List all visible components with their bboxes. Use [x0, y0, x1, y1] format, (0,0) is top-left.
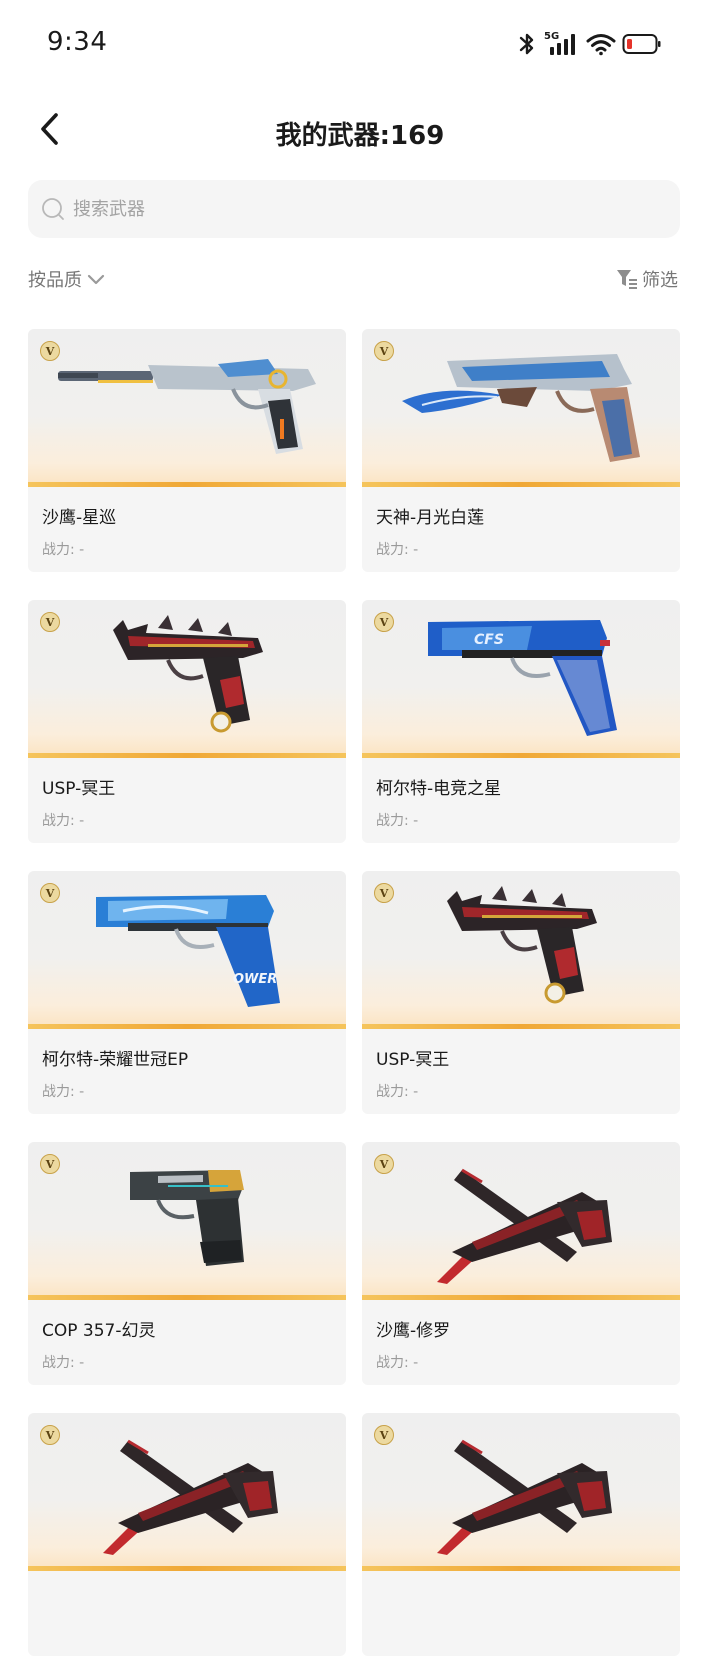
weapon-name: USP-冥王: [376, 1050, 450, 1070]
weapon-image: V: [362, 1413, 680, 1571]
weapon-card[interactable]: V 沙鹰-星巡 战力: -: [28, 329, 346, 572]
weapon-name: 柯尔特-电竞之星: [376, 779, 502, 799]
sort-by-quality-dropdown[interactable]: 按品质: [28, 265, 106, 293]
network-type-label: 5G: [544, 31, 559, 42]
weapon-name: 天神-月光白莲: [376, 508, 485, 528]
weapon-card[interactable]: V OWER 柯尔特-荣耀世冠EP 战力: -: [28, 871, 346, 1114]
weapon-name: 沙鹰-修罗: [376, 1321, 451, 1341]
status-time: 9:34: [47, 27, 108, 57]
weapon-power: 战力: -: [42, 542, 85, 558]
weapon-grid: V 沙鹰-星巡 战力: - V 天神-月光白莲 战力: - V USP-冥王 战…: [28, 329, 680, 1656]
weapon-power: 战力: -: [42, 1084, 85, 1100]
header: 我的武器:169: [0, 95, 720, 165]
filter-label: 筛选: [642, 270, 678, 291]
bluetooth-icon: [519, 33, 534, 55]
weapon-image: V: [362, 329, 680, 487]
search-icon: [42, 198, 64, 220]
desert-eagle-crossed-blade-icon: [437, 1439, 612, 1555]
signal-icon: 5G: [544, 31, 575, 55]
pistol-dark-red-spiked-icon: [447, 886, 597, 1004]
weapon-card[interactable]: V 沙鹰-修罗 战力: -: [362, 1142, 680, 1385]
search-input[interactable]: [71, 188, 635, 230]
status-bar: 9:34 5G: [0, 0, 720, 90]
filter-icon: [617, 270, 637, 289]
svg-text:CFS: CFS: [474, 632, 504, 648]
weapon-card[interactable]: V COP 357-幻灵 战力: -: [28, 1142, 346, 1385]
weapon-image: V: [28, 1413, 346, 1571]
weapon-name: 柯尔特-荣耀世冠EP: [42, 1050, 189, 1070]
desert-eagle-blue-silver-icon: [58, 359, 316, 454]
wifi-icon: [586, 34, 616, 56]
weapon-power: 战力: -: [42, 1355, 85, 1371]
weapon-image: V CFS: [362, 600, 680, 758]
weapon-name: COP 357-幻灵: [42, 1321, 156, 1341]
desert-eagle-blue-blade-icon: [402, 354, 640, 462]
weapon-power: 战力: -: [376, 1084, 419, 1100]
weapon-name: USP-冥王: [42, 779, 116, 799]
weapon-image: V OWER: [28, 871, 346, 1029]
battery-low-icon: [622, 34, 661, 54]
weapon-power: 战力: -: [42, 813, 85, 829]
cop357-dark-gold-icon: [130, 1170, 244, 1266]
weapon-image: V: [28, 600, 346, 758]
weapon-card[interactable]: V 天神-月光白莲 战力: -: [362, 329, 680, 572]
colt-blue-power-icon: OWER: [96, 895, 280, 1007]
page-title: 我的武器:169: [275, 121, 445, 151]
weapon-card[interactable]: V USP-冥王 战力: -: [28, 600, 346, 843]
pistol-dark-red-spiked-icon: [113, 615, 263, 733]
weapon-image: V: [362, 1142, 680, 1300]
weapon-image: V: [28, 1142, 346, 1300]
status-icons: 5G: [516, 28, 662, 60]
filter-button[interactable]: 筛选: [616, 265, 678, 293]
desert-eagle-crossed-blade-icon: [437, 1168, 612, 1284]
weapon-image: V: [28, 329, 346, 487]
weapon-card[interactable]: V: [362, 1413, 680, 1656]
weapon-image: V: [362, 871, 680, 1029]
weapon-power: 战力: -: [376, 813, 419, 829]
weapon-card[interactable]: V USP-冥王 战力: -: [362, 871, 680, 1114]
chevron-down-icon: [87, 274, 105, 285]
desert-eagle-crossed-blade-icon: [103, 1439, 278, 1555]
search-box[interactable]: [28, 180, 680, 238]
weapon-card[interactable]: V CFS 柯尔特-电竞之星 战力: -: [362, 600, 680, 843]
weapon-power: 战力: -: [376, 542, 419, 558]
weapon-card[interactable]: V: [28, 1413, 346, 1656]
weapon-power: 战力: -: [376, 1355, 419, 1371]
sort-label: 按品质: [28, 270, 82, 291]
weapon-name: 沙鹰-星巡: [42, 508, 117, 528]
svg-text:OWER: OWER: [233, 972, 277, 987]
colt-blue-cfs-icon: CFS: [428, 620, 617, 736]
